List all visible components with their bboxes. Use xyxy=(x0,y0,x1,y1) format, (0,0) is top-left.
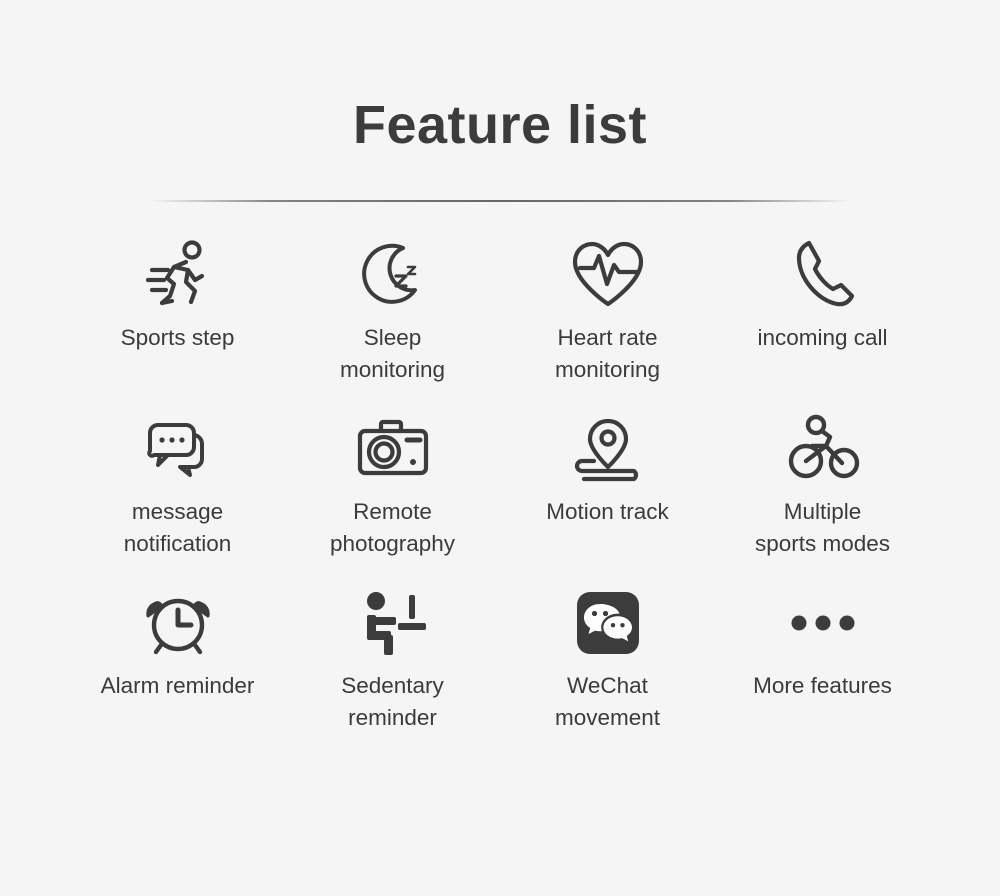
feature-grid: Sports step Sleep monitoring Heart rate … xyxy=(70,202,930,734)
feature-item-motion-track: Motion track xyxy=(500,404,715,560)
feature-item-more-features: More features xyxy=(715,578,930,734)
running-person-icon xyxy=(138,228,218,320)
feature-item-heart-rate-monitoring: Heart rate monitoring xyxy=(500,228,715,386)
feature-item-incoming-call: incoming call xyxy=(715,228,930,386)
feature-label: Heart rate monitoring xyxy=(554,325,661,383)
feature-label: WeChat movement xyxy=(554,673,661,731)
bicycle-rider-icon xyxy=(782,404,864,494)
feature-item-multiple-sports-modes: Multiple sports modes xyxy=(715,404,930,560)
feature-label: incoming call xyxy=(757,325,888,351)
feature-label: Remote photography xyxy=(329,499,456,557)
crescent-moon-zzz-icon xyxy=(353,228,433,320)
ellipsis-dots-icon xyxy=(783,578,863,668)
heart-pulse-icon xyxy=(567,228,649,320)
feature-label: Sports step xyxy=(120,325,235,351)
sitting-person-desk-icon xyxy=(354,578,432,668)
phone-handset-icon xyxy=(785,228,861,320)
feature-label: Motion track xyxy=(546,499,669,525)
feature-list-page: Feature list Sports step Sleep monitorin… xyxy=(0,0,1000,896)
feature-item-wechat-movement: WeChat movement xyxy=(500,578,715,734)
feature-item-alarm-reminder: Alarm reminder xyxy=(70,578,285,734)
map-pin-path-icon xyxy=(568,404,648,494)
feature-item-sedentary-reminder: Sedentary reminder xyxy=(285,578,500,734)
page-header: Feature list xyxy=(0,0,1000,155)
feature-label: Alarm reminder xyxy=(100,673,255,699)
camera-icon xyxy=(352,404,434,494)
feature-label: message notification xyxy=(123,499,232,557)
feature-label: Sedentary reminder xyxy=(341,673,444,731)
alarm-clock-icon xyxy=(139,578,217,668)
wechat-icon xyxy=(575,578,641,668)
page-title: Feature list xyxy=(352,95,648,155)
feature-label: Sleep monitoring xyxy=(339,325,446,383)
feature-item-message-notification: message notification xyxy=(70,404,285,560)
feature-item-remote-photography: Remote photography xyxy=(285,404,500,560)
feature-item-sleep-monitoring: Sleep monitoring xyxy=(285,228,500,386)
feature-label: Multiple sports modes xyxy=(754,499,891,557)
speech-bubbles-icon xyxy=(138,404,218,494)
feature-label: More features xyxy=(753,673,892,699)
feature-item-sports-step: Sports step xyxy=(70,228,285,386)
